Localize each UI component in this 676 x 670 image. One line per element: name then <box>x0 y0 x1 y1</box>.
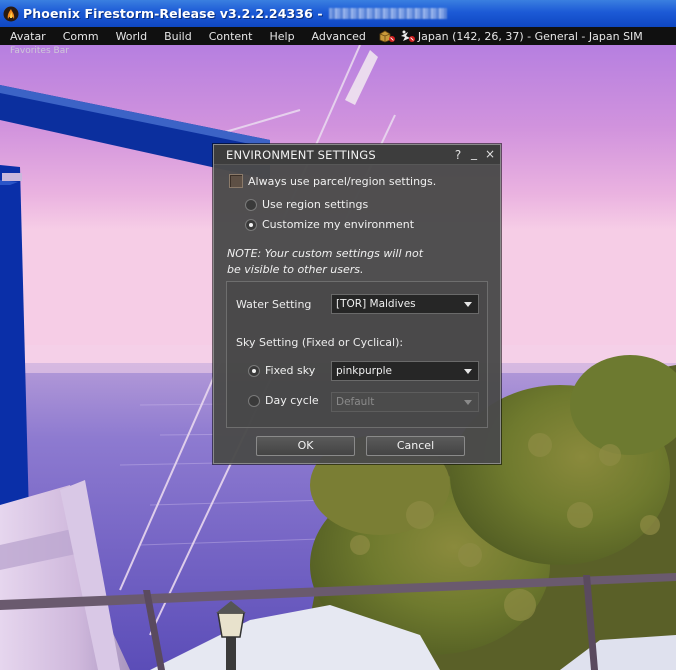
dropdown-arrow-icon <box>464 369 472 374</box>
fixed-sky-label[interactable]: Fixed sky <box>265 364 315 377</box>
window-title: Phoenix Firestorm-Release v3.2.2.24336 - <box>23 6 323 21</box>
menu-comm[interactable]: Comm <box>54 30 107 43</box>
note-line-1: NOTE: Your custom settings will not <box>227 247 424 260</box>
sky-setting-label: Sky Setting (Fixed or Cyclical): <box>236 336 404 349</box>
day-cycle-label[interactable]: Day cycle <box>265 394 319 407</box>
app-logo-icon <box>3 6 19 22</box>
fixed-sky-dropdown[interactable]: pinkpurple <box>331 361 479 381</box>
customize-environment-radio[interactable] <box>245 218 257 231</box>
window-title-bar[interactable]: Phoenix Firestorm-Release v3.2.2.24336 - <box>0 0 676 27</box>
menu-build[interactable]: Build <box>155 30 200 43</box>
close-icon[interactable]: × <box>484 147 496 161</box>
menu-advanced[interactable]: Advanced <box>303 30 374 43</box>
note-line-2: be visible to other users. <box>227 263 364 276</box>
ok-button[interactable]: OK <box>256 436 355 456</box>
fixed-sky-value: pinkpurple <box>336 365 392 377</box>
parcel-status-icons <box>378 29 416 43</box>
settings-panel: Water Setting [TOR] Maldives Sky Setting… <box>226 281 488 428</box>
dropdown-arrow-icon <box>464 302 472 307</box>
day-cycle-dropdown: Default <box>331 392 479 412</box>
minimize-icon[interactable]: _ <box>468 146 480 160</box>
fixed-sky-option[interactable]: Fixed sky <box>248 364 315 377</box>
region-settings-label[interactable]: Use region settings <box>262 198 368 211</box>
env-option-region[interactable]: Use region settings <box>245 198 368 211</box>
help-icon[interactable]: ? <box>452 148 464 162</box>
cancel-button[interactable]: Cancel <box>366 436 465 456</box>
water-setting-value: [TOR] Maldives <box>336 298 416 310</box>
dropdown-arrow-icon <box>464 400 472 405</box>
env-option-custom[interactable]: Customize my environment <box>245 218 414 231</box>
note-text: NOTE: Your custom settings will not be v… <box>227 246 423 278</box>
environment-settings-floater: ENVIRONMENT SETTINGS ? _ × Always use pa… <box>213 144 501 464</box>
always-use-parcel-label[interactable]: Always use parcel/region settings. <box>248 175 436 188</box>
day-cycle-radio[interactable] <box>248 394 260 407</box>
day-cycle-value: Default <box>336 396 375 408</box>
location-text[interactable]: Japan (142, 26, 37) - General - Japan SI… <box>418 30 643 43</box>
water-setting-label: Water Setting <box>236 298 312 311</box>
favorites-bar[interactable]: Favorites Bar <box>10 46 69 56</box>
region-settings-radio[interactable] <box>245 198 257 211</box>
redacted-username <box>328 8 447 19</box>
landmark-icon[interactable] <box>378 29 396 43</box>
menu-help[interactable]: Help <box>260 30 302 43</box>
menu-avatar[interactable]: Avatar <box>0 30 54 43</box>
menu-bar: Avatar Comm World Build Content Help Adv… <box>0 27 676 45</box>
day-cycle-option[interactable]: Day cycle <box>248 394 319 407</box>
menu-content[interactable]: Content <box>200 30 261 43</box>
floater-header[interactable]: ENVIRONMENT SETTINGS ? _ × <box>214 145 500 165</box>
fly-icon[interactable] <box>398 29 416 43</box>
fixed-sky-radio[interactable] <box>248 364 260 377</box>
floater-title: ENVIRONMENT SETTINGS <box>226 148 376 162</box>
customize-environment-label[interactable]: Customize my environment <box>262 218 414 231</box>
water-setting-dropdown[interactable]: [TOR] Maldives <box>331 294 479 314</box>
always-use-parcel-checkbox[interactable] <box>229 174 243 188</box>
always-use-parcel-row[interactable]: Always use parcel/region settings. <box>229 174 436 188</box>
menu-world[interactable]: World <box>107 30 156 43</box>
